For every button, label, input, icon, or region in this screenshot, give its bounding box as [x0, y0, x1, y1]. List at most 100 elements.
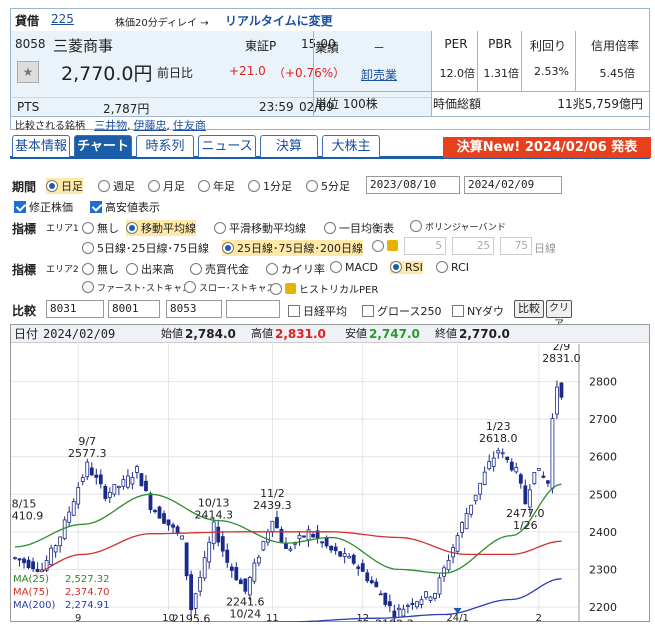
adjusted-price-checkbox[interactable]: 修正株価	[14, 199, 73, 215]
candle-body	[428, 596, 433, 601]
candle-body	[406, 605, 410, 607]
date-to-input[interactable]: 2024/02/09	[464, 176, 562, 194]
growth250-checkbox[interactable]: グロース250	[362, 303, 441, 319]
radio-icon	[372, 240, 384, 252]
divider	[313, 91, 431, 92]
candle-body	[415, 601, 419, 608]
area2-slow-stoch[interactable]: スロー･ストキャス	[184, 281, 276, 294]
compare-code-2[interactable]: 8001	[108, 300, 160, 318]
area1-sma-label: 移動平均線	[141, 222, 196, 235]
candle-body	[17, 558, 22, 561]
candle-body	[500, 452, 505, 455]
candle-body	[220, 536, 225, 552]
candle-body	[94, 474, 99, 478]
candlestick-chart[interactable]: 22002300240025002600270028009 10 11 12 24/1 2…	[11, 344, 649, 622]
tab-earnings[interactable]: 決算	[260, 135, 318, 157]
period-daily[interactable]: 日足	[46, 178, 83, 194]
area2-fast-stoch[interactable]: ファースト･ストキャス	[82, 281, 191, 294]
open-value: 2,784.0	[185, 327, 236, 341]
ma-set-2[interactable]: 25日線･75日線･200日線	[222, 240, 363, 256]
area2-volume[interactable]: 出来高	[126, 261, 174, 277]
candle-body	[302, 535, 306, 538]
index-225-link[interactable]: 225	[51, 12, 74, 26]
area2-macd-label: MACD	[345, 261, 378, 274]
candle-body	[35, 568, 40, 572]
checkbox-icon	[288, 305, 300, 317]
candle-body	[442, 567, 446, 577]
credit-header: 信用倍率	[590, 39, 639, 53]
pts-label: PTS	[17, 100, 40, 114]
tab-history[interactable]: 時系列	[136, 135, 194, 157]
area1-bollinger[interactable]: ボリンジャーバンド	[410, 220, 506, 233]
date-from-input[interactable]: 2023/08/10	[366, 176, 460, 194]
compare-code-3[interactable]: 8053	[166, 300, 222, 318]
candle-body	[478, 482, 483, 495]
checkbox-icon	[452, 305, 464, 317]
area1-none[interactable]: 無し	[82, 220, 119, 236]
earnings-news-banner[interactable]: 決算New! 2024/02/06 発表	[443, 137, 651, 158]
unit-label: 単位 100株	[315, 97, 378, 111]
divider	[313, 31, 314, 116]
tab-news[interactable]: ニュース	[198, 135, 256, 157]
ma-custom-3[interactable]: 75	[500, 237, 532, 255]
candle-body	[374, 581, 379, 588]
candle-body	[98, 474, 103, 485]
star-icon[interactable]: ★	[17, 61, 39, 83]
y-tick-label: 2300	[589, 563, 617, 576]
area2-historical-per[interactable]: ヒストリカルPER	[270, 281, 378, 296]
ma-custom-1[interactable]: 5	[404, 237, 446, 255]
period-monthly[interactable]: 月足	[148, 178, 185, 194]
nydow-checkbox[interactable]: NYダウ	[452, 303, 504, 319]
highlow-checkbox[interactable]: 高安値表示	[90, 199, 160, 215]
area2-turnover[interactable]: 売買代金	[190, 261, 249, 277]
area1-ichimoku[interactable]: 一目均衡表	[324, 220, 394, 236]
period-weekly[interactable]: 週足	[98, 178, 135, 194]
pts-price: 2,787円	[103, 102, 150, 116]
compare-link-itochu[interactable]: 伊藤忠	[134, 119, 167, 132]
tab-basic-info[interactable]: 基本情報	[12, 135, 70, 157]
candle-body	[198, 577, 203, 592]
candle-body	[175, 526, 180, 534]
close-value: 2,770.0	[459, 327, 510, 341]
area2-macd[interactable]: MACD	[330, 261, 378, 274]
ma-custom-2[interactable]: 25	[452, 237, 494, 255]
change-percent: （+0.76%）	[273, 66, 346, 80]
compare-code-1[interactable]: 8031	[46, 300, 104, 318]
compare-link-mitsui[interactable]: 三井物	[94, 119, 127, 132]
compare-row: 比較される銘柄 三井物, 伊藤忠, 住友商	[15, 119, 206, 132]
candle-body	[135, 466, 139, 473]
clear-button[interactable]: クリア	[546, 300, 572, 330]
x-tick-label: 2	[536, 613, 542, 622]
nikkei-checkbox[interactable]: 日経平均	[288, 303, 347, 319]
area2-deviation[interactable]: カイリ率	[266, 261, 325, 277]
radio-icon	[82, 263, 94, 275]
candle-body	[266, 531, 270, 543]
period-yearly[interactable]: 年足	[198, 178, 235, 194]
area2-rsi[interactable]: RSI	[390, 261, 423, 274]
compare-button[interactable]: 比較	[514, 300, 544, 318]
area2-rci[interactable]: RCI	[436, 261, 469, 274]
period-5min[interactable]: 5分足	[306, 178, 350, 194]
realtime-link[interactable]: リアルタイムに変更	[225, 12, 333, 29]
tab-shareholders[interactable]: 大株主	[322, 135, 380, 157]
candle-body	[252, 562, 257, 582]
divider	[431, 91, 649, 92]
lock-icon	[285, 283, 296, 294]
area2-none[interactable]: 無し	[82, 261, 119, 277]
ma-set-1[interactable]: 5日線･25日線･75日線	[82, 240, 209, 256]
chart-panel: 日付 2024/02/09 始値 2,784.0 高値 2,831.0 安値 2…	[10, 324, 650, 622]
sector-link[interactable]: 卸売業	[361, 66, 397, 83]
candle-body	[536, 468, 541, 471]
compare-link-sumitomo[interactable]: 住友商	[173, 119, 206, 132]
ma-custom[interactable]	[372, 240, 401, 253]
candle-body	[112, 484, 117, 495]
checkbox-icon	[90, 201, 102, 213]
tab-chart[interactable]: チャート	[74, 135, 132, 157]
period-1min[interactable]: 1分足	[248, 178, 292, 194]
candle-body	[487, 461, 492, 470]
area1-sma[interactable]: 移動平均線	[126, 220, 196, 236]
candle-body	[469, 504, 474, 515]
compare-code-4[interactable]	[226, 300, 280, 318]
radio-icon	[324, 222, 336, 234]
area1-ema[interactable]: 平滑移動平均線	[214, 220, 306, 236]
